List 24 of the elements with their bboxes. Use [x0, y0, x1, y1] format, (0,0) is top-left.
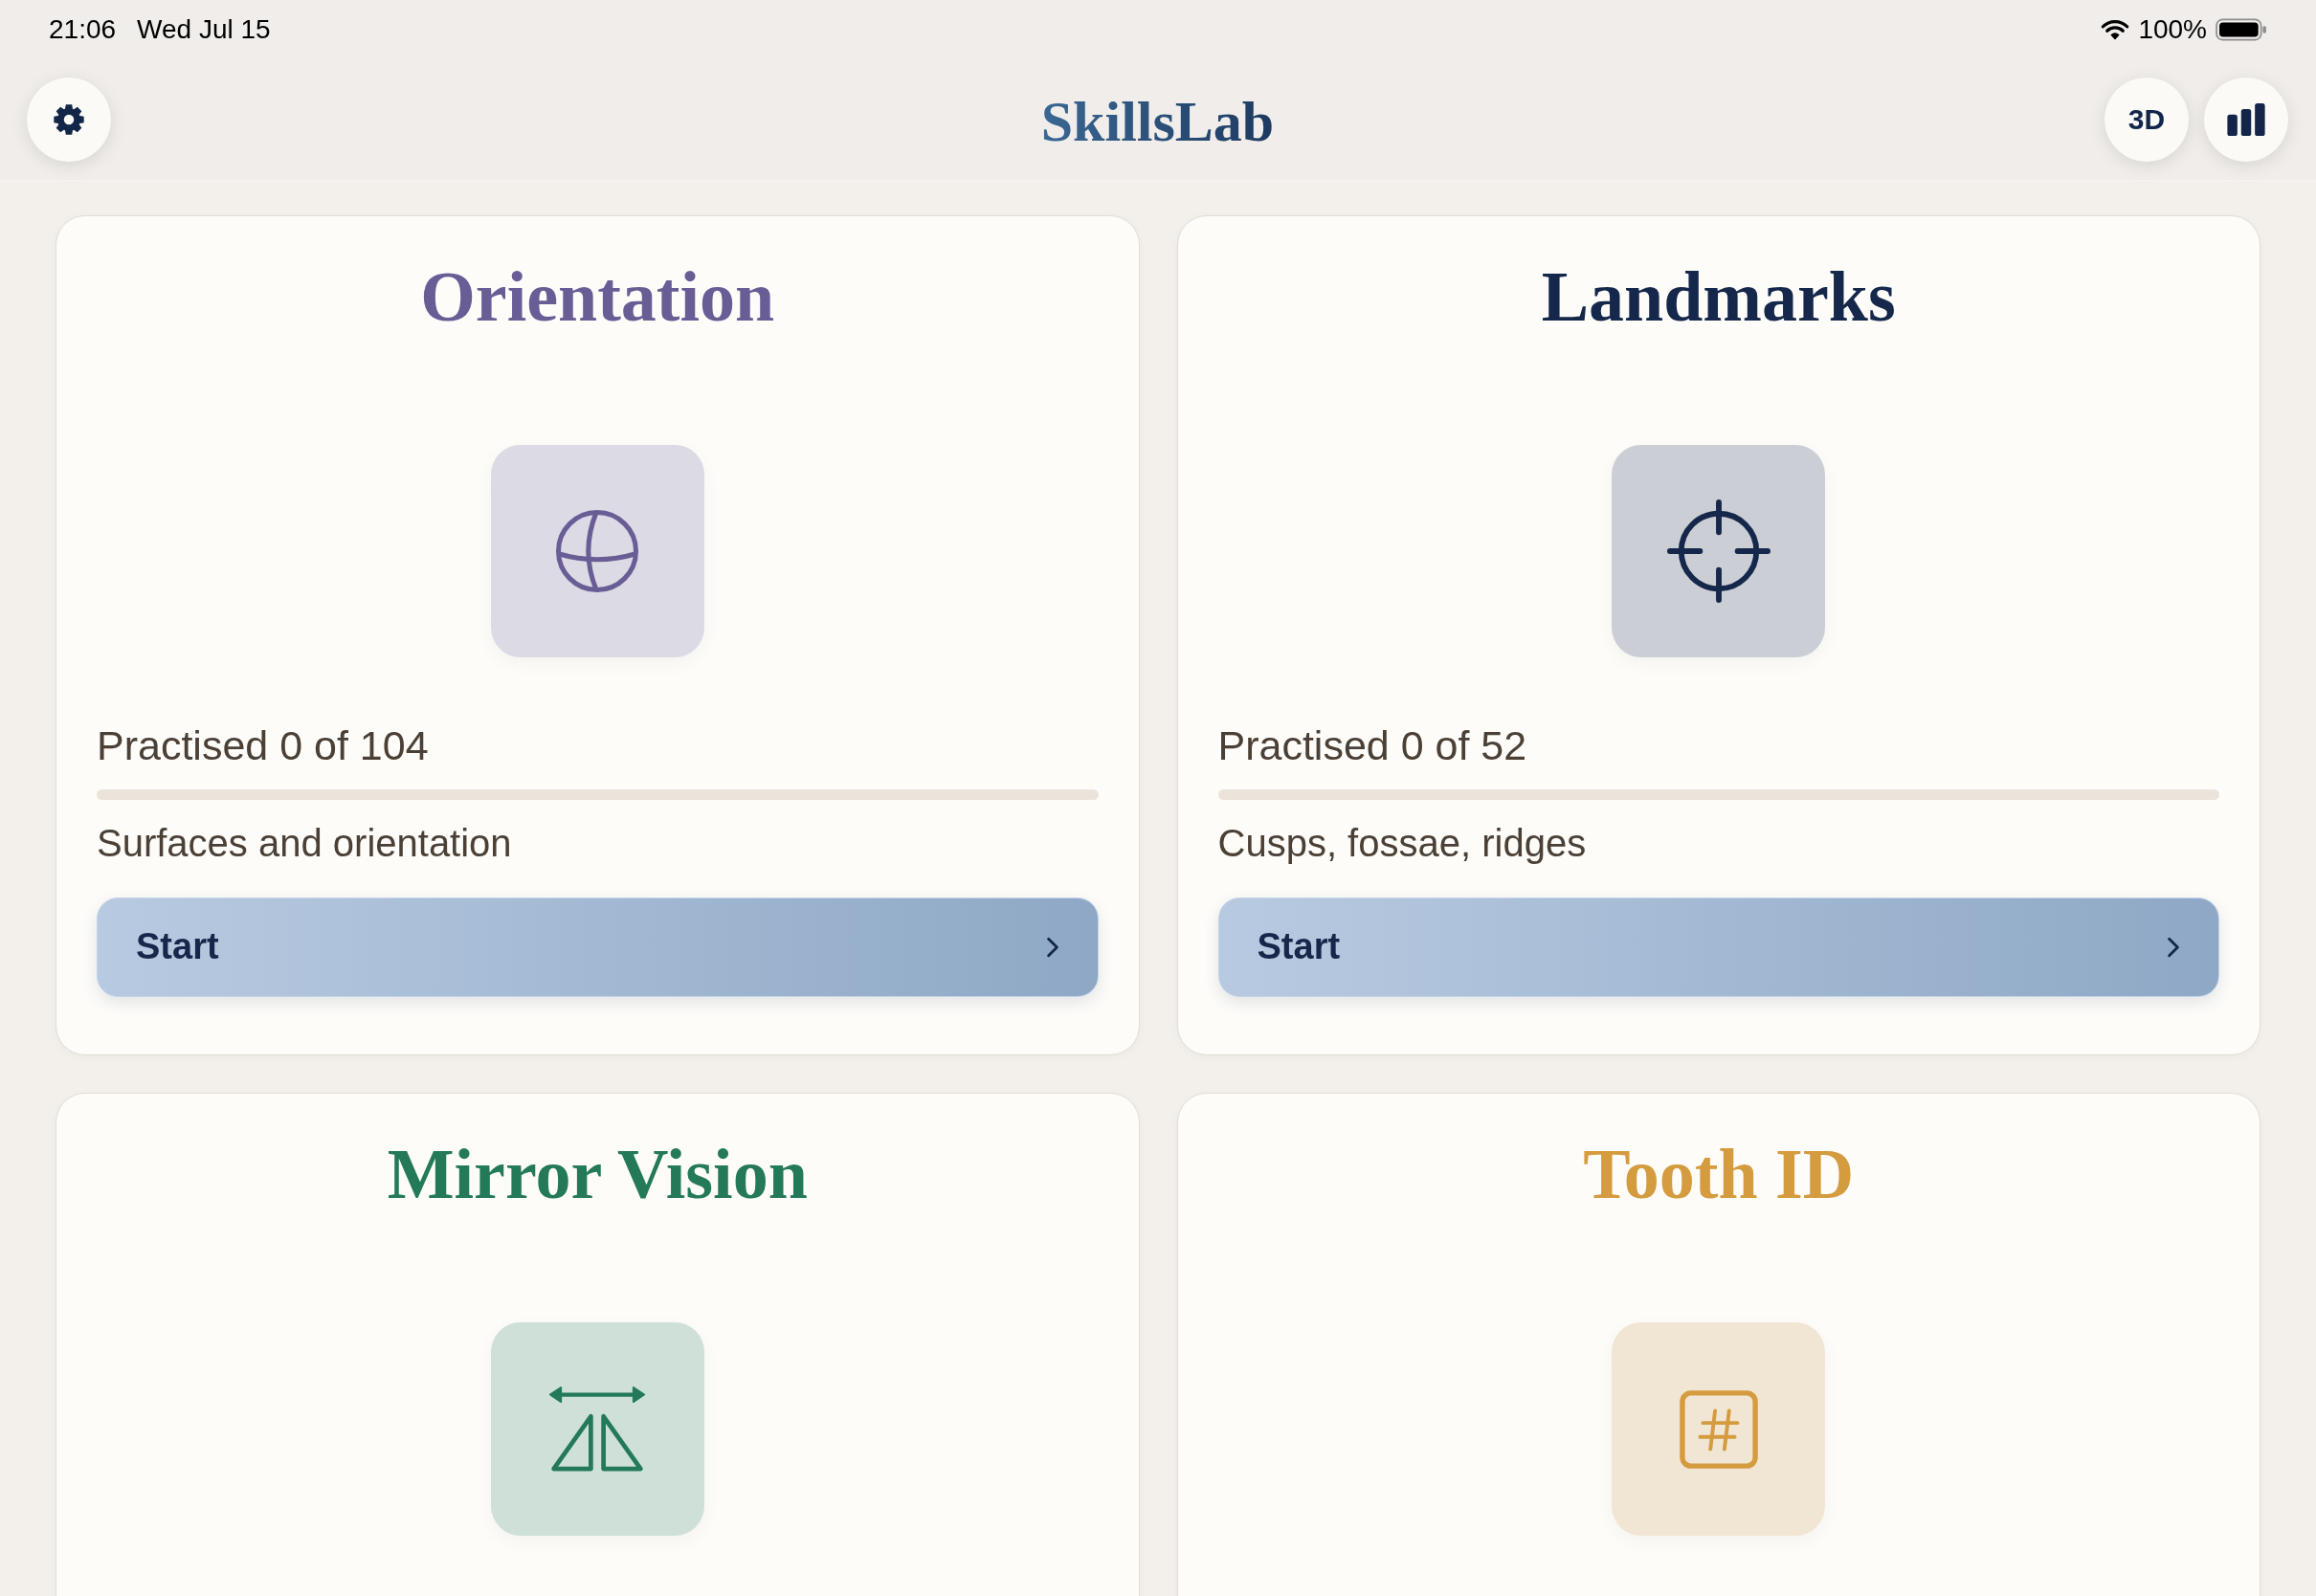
- crosshair-icon: [1612, 445, 1826, 657]
- settings-icon: [54, 104, 84, 135]
- card-subtitle: Surfaces and orientation: [97, 820, 512, 866]
- battery-icon: [2216, 18, 2267, 41]
- start-button[interactable]: Start: [97, 897, 1099, 997]
- progress-label: Practised 0 of 104: [97, 721, 429, 768]
- chevron-icon: [1045, 936, 1059, 958]
- bar-chart-icon: [2227, 103, 2265, 136]
- card-title: Tooth ID: [1583, 1134, 1855, 1215]
- globe-icon: [490, 445, 704, 657]
- card-title: Orientation: [420, 256, 775, 338]
- hash-icon: [1612, 1322, 1826, 1536]
- chevron-icon: [2167, 936, 2180, 958]
- 3d-view-button[interactable]: 3D: [2104, 78, 2189, 162]
- battery-percent: 100%: [2138, 14, 2207, 45]
- progress-label: Practised 0 of 52: [1217, 721, 1527, 768]
- card-title: Mirror Vision: [387, 1134, 808, 1215]
- status-date: Wed Jul 15: [137, 14, 271, 45]
- status-time: 21:06: [49, 14, 117, 45]
- mirrored-triangles-icon: [490, 1322, 704, 1536]
- wifi-icon: [2101, 19, 2130, 40]
- card-subtitle: Cusps, fossae, ridges: [1217, 820, 1587, 866]
- card-title: Landmarks: [1541, 256, 1896, 338]
- start-button[interactable]: Start: [1217, 897, 2219, 997]
